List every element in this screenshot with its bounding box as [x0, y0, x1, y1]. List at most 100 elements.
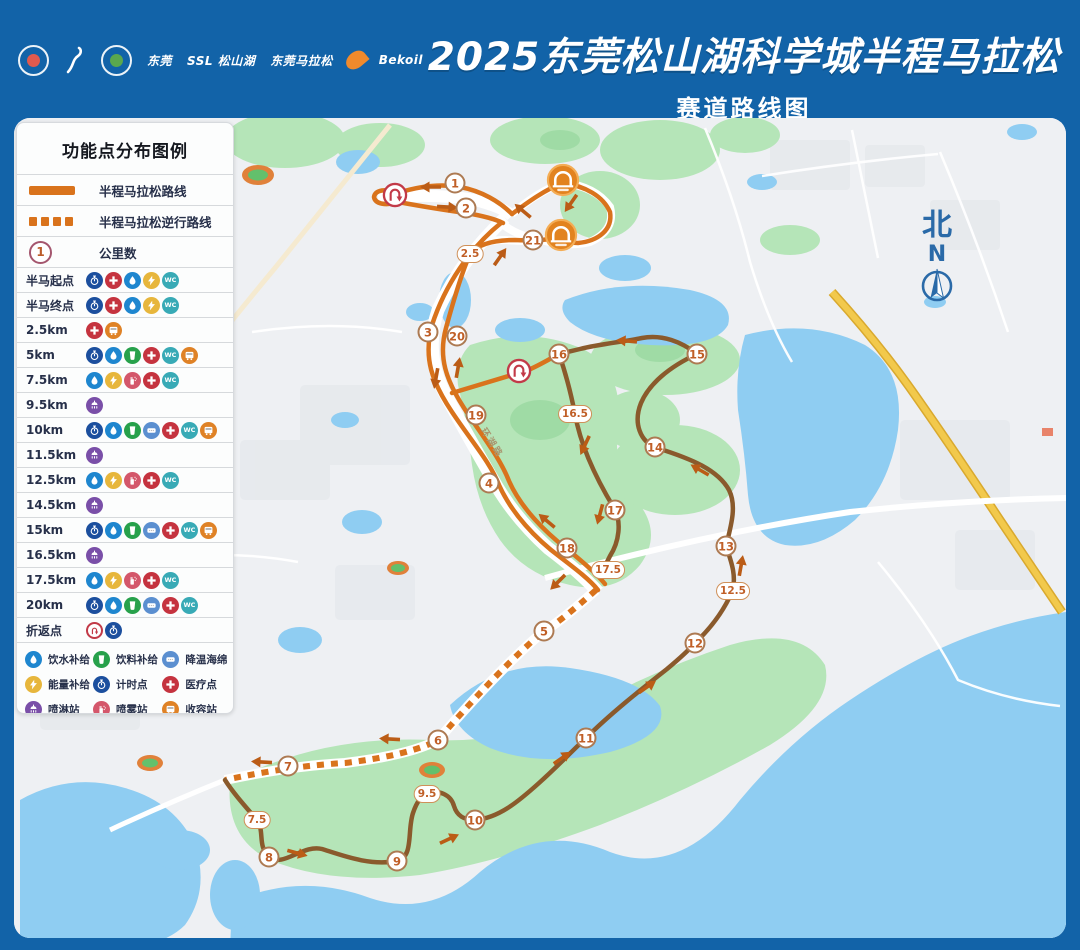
legend-km-label: 半马终点: [26, 297, 86, 314]
timer-icon: [86, 522, 103, 539]
legend-km-icons: [86, 497, 105, 514]
drop-icon: [124, 297, 141, 314]
drop-icon: [25, 651, 42, 668]
legend-km-label: 20km: [26, 598, 86, 612]
shower-icon: [86, 447, 103, 464]
legend-km-label: 7.5km: [26, 373, 86, 387]
legend-km-icons: WC: [86, 347, 200, 364]
runner-figure-logo: [64, 46, 86, 74]
bus-icon: [200, 522, 217, 539]
race-route-poster: 东莞SSL 松山湖东莞马拉松Bekoil 2025东莞松山湖科学城半程马拉松 赛…: [0, 0, 1080, 950]
cross-icon: [162, 522, 179, 539]
sponge-icon: [143, 422, 160, 439]
cross-icon: [105, 272, 122, 289]
athletics-federation-logo: [18, 45, 49, 76]
cross-icon: [105, 297, 122, 314]
cross-icon: [162, 676, 179, 693]
drop-icon: [86, 372, 103, 389]
legend-km-label: 11.5km: [26, 448, 86, 462]
wc-icon: WC: [181, 597, 198, 614]
legend-km-icons: WC: [86, 422, 219, 439]
event-flame-logo: [348, 49, 364, 71]
route-map: 122.5345677.5899.510111212.51314151616.5…: [14, 118, 1066, 938]
north-cn-label: 北: [907, 200, 967, 244]
cup-icon: [124, 522, 141, 539]
drop-icon: [105, 422, 122, 439]
legend-icon-key: 饮水补给饮料补给降温海绵能量补给计时点医疗点喷淋站喷雾站收容站WC卫生间折返点指…: [17, 642, 233, 714]
legend-km-icons: [86, 622, 124, 639]
drop-icon: [105, 597, 122, 614]
route-dashed-label: 半程马拉松逆行路线: [99, 212, 212, 231]
wc-icon: WC: [162, 472, 179, 489]
sponsor-logo-row: 东莞SSL 松山湖东莞马拉松Bekoil: [18, 40, 423, 80]
legend-title: 功能点分布图例: [17, 137, 233, 162]
sponge-icon: [143, 522, 160, 539]
legend-km-row: 14.5km: [17, 492, 233, 517]
energy-icon: [105, 372, 122, 389]
wc-icon: WC: [162, 297, 179, 314]
north-indicator: 北 N: [907, 200, 967, 313]
legend-key-item: 喷雾站: [93, 701, 162, 714]
legend-km-row: 2.5km: [17, 317, 233, 342]
wc-icon: WC: [181, 522, 198, 539]
legend-km-icons: [86, 447, 105, 464]
cross-icon: [162, 422, 179, 439]
energy-icon: [105, 472, 122, 489]
wc-icon: WC: [162, 372, 179, 389]
page-title: 2025东莞松山湖科学城半程马拉松: [418, 26, 1070, 82]
green-association-badge-logo: [101, 45, 132, 76]
timer-icon: [86, 597, 103, 614]
cup-icon: [93, 651, 110, 668]
cup-icon: [124, 347, 141, 364]
legend-panel: 功能点分布图例 半程马拉松路线 半程马拉松逆行路线 1 公里数 半马起点WC半马…: [16, 122, 234, 714]
legend-km-label: 折返点: [26, 622, 86, 639]
legend-km-row: 17.5km WC: [17, 567, 233, 592]
shower-icon: [86, 547, 103, 564]
cup-icon: [124, 422, 141, 439]
cup-icon: [124, 597, 141, 614]
compass-icon: [918, 267, 956, 309]
bus-icon: [105, 322, 122, 339]
route-solid-swatch: [29, 186, 85, 195]
logo-label: Bekoil: [379, 53, 423, 67]
timer-icon: [86, 422, 103, 439]
cross-icon: [143, 372, 160, 389]
timer-icon: [86, 272, 103, 289]
route-dashed-swatch: [29, 217, 85, 226]
legend-km-icons: WC: [86, 272, 181, 289]
legend-km-icons: [86, 397, 105, 414]
legend-km-symbol-row: 1 公里数: [17, 236, 233, 267]
legend-km-label: 5km: [26, 348, 86, 362]
building-block: [1042, 428, 1053, 436]
wc-icon: WC: [162, 347, 179, 364]
timer-icon: [93, 676, 110, 693]
legend-km-label: 10km: [26, 423, 86, 437]
legend-km-icons: WC: [86, 597, 200, 614]
legend-km-row: 11.5km: [17, 442, 233, 467]
logo-label: 东莞马拉松: [270, 52, 333, 69]
legend-key-label: 降温海绵: [185, 652, 227, 667]
cross-icon: [162, 597, 179, 614]
drop-icon: [105, 522, 122, 539]
drop-icon: [86, 472, 103, 489]
legend-km-label: 2.5km: [26, 323, 86, 337]
legend-key-label: 饮水补给: [48, 652, 90, 667]
legend-km-icons: WC: [86, 522, 219, 539]
songshan-lake-ssl-logo: SSL 松山湖: [187, 52, 255, 69]
bus-icon: [181, 347, 198, 364]
legend-km-label: 9.5km: [26, 398, 86, 412]
legend-km-row: 10km WC: [17, 417, 233, 442]
legend-km-row: 半马终点 WC: [17, 292, 233, 317]
legend-km-row: 12.5kmWC: [17, 467, 233, 492]
logo-label: SSL 松山湖: [187, 52, 255, 69]
km-circle-icon: 1: [29, 241, 52, 264]
mist-icon: [124, 472, 141, 489]
legend-key-label: 收容站: [185, 702, 217, 714]
drop-icon: [124, 272, 141, 289]
wc-icon: WC: [162, 572, 179, 589]
legend-km-label: 17.5km: [26, 573, 86, 587]
wc-icon: WC: [181, 422, 198, 439]
legend-key-item: 降温海绵: [162, 651, 229, 668]
legend-key-label: 饮料补给: [116, 652, 158, 667]
dongguan-marathon-logo: 东莞马拉松: [270, 52, 333, 69]
